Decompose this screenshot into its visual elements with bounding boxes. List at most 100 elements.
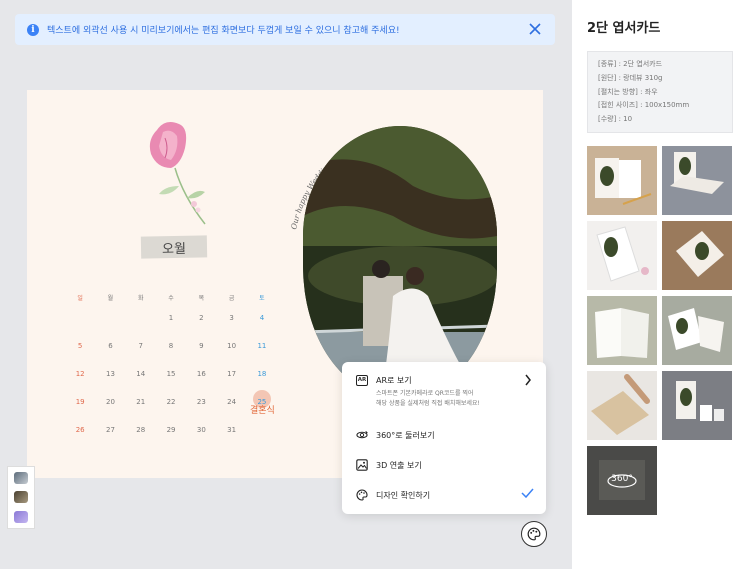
gallery-thumbnail-360[interactable]: 360°: [587, 446, 657, 515]
ar-view-option[interactable]: AR AR로 보기: [356, 374, 534, 386]
check-icon: [521, 488, 534, 498]
gallery-thumbnail[interactable]: [662, 296, 732, 365]
calendar-day: 12: [65, 370, 95, 378]
calendar-week: 1 2 3 4: [65, 304, 277, 332]
spec-line: [접힌 사이즈] : 100x150mm: [598, 101, 690, 110]
calendar-day-number: 18: [257, 370, 267, 378]
calendar-day-number: 15: [166, 370, 176, 378]
rotate-360-icon: [356, 430, 368, 439]
weekday-label: 금: [228, 294, 235, 302]
palette-icon: [356, 489, 368, 501]
chevron-right-icon[interactable]: [524, 374, 532, 386]
view-thumbnail[interactable]: [14, 491, 28, 503]
design-palette-button[interactable]: [521, 521, 547, 547]
calendar-day-number: 28: [136, 426, 146, 434]
calendar-day-number: 14: [136, 370, 146, 378]
calendar-day: 31: [216, 426, 246, 434]
calendar-day-number: 12: [75, 370, 85, 378]
view-360-label: 360°로 둘러보기: [376, 430, 435, 440]
month-label: 오월: [140, 235, 208, 259]
gallery-thumbnail[interactable]: [587, 371, 657, 440]
calendar-day: 28: [126, 426, 156, 434]
calendar-day-number: 9: [199, 342, 204, 350]
view-options-menu: AR AR로 보기 스마트폰 기본카메라로 QR코드를 찍어 해당 상품을 실제…: [342, 362, 546, 514]
view-3d-label: 3D 연출 보기: [376, 460, 422, 470]
calendar-day-number: 21: [136, 398, 146, 406]
calendar-day: 22: [156, 398, 186, 406]
wedding-photo: [303, 126, 497, 396]
calendar-day-number: 22: [166, 398, 176, 406]
calendar-day: 5: [65, 342, 95, 350]
calendar-day: 10: [216, 342, 246, 350]
calendar-day: 14: [126, 370, 156, 378]
calendar-day-number: 11: [257, 342, 267, 350]
spec-line: [종류] : 2단 엽서카드: [598, 60, 663, 68]
calendar: 일월화수목금토 1 2 3 4 5 6 7 8 9 10 11 12 13 14 15 16 17 18 19 20 2…: [65, 290, 277, 444]
calendar-day: 11: [247, 342, 277, 350]
spec-line: [원단] : 랑데뷰 310g: [598, 73, 663, 82]
gallery-thumbnail[interactable]: [662, 371, 732, 440]
badge-360: 360°: [611, 474, 633, 484]
calendar-day: 19: [65, 398, 95, 406]
view-thumbnail[interactable]: [14, 511, 28, 523]
calendar-day: 8: [156, 342, 186, 350]
calendar-day-number: 8: [168, 342, 174, 350]
view-3d-option[interactable]: 3D 연출 보기: [356, 459, 534, 471]
calendar-day-number: 1: [168, 314, 174, 322]
view-thumbnail[interactable]: [14, 472, 28, 484]
calendar-day: 27: [95, 426, 125, 434]
calendar-day-number: 3: [229, 314, 234, 322]
calendar-day: 21: [126, 398, 156, 406]
notice-message: 텍스트에 외곽선 사용 시 미리보기에서는 편집 화면보다 두껍게 보일 수 있…: [47, 26, 400, 36]
calendar-day-number: 17: [227, 370, 237, 378]
calendar-day-number: 16: [196, 370, 206, 378]
calendar-day: 16: [186, 370, 216, 378]
calendar-day: 1: [156, 314, 186, 322]
weekday-label: 수: [168, 294, 174, 302]
calendar-day: 18: [247, 370, 277, 378]
calendar-day-number: 31: [227, 426, 237, 434]
calendar-day: 7: [126, 342, 156, 350]
weekday-label: 토: [259, 294, 265, 302]
calendar-day: 23: [186, 398, 216, 406]
info-icon: i: [27, 23, 39, 36]
design-check-option[interactable]: 디자인 확인하기: [356, 489, 534, 501]
gallery-thumbnail[interactable]: [587, 221, 657, 290]
close-icon[interactable]: [527, 21, 543, 37]
calendar-week: 12 13 14 15 16 17 18: [65, 360, 277, 388]
calendar-week: 26 27 28 29 30 31: [65, 416, 277, 444]
spec-line: [펼치는 방향] : 좌우: [598, 87, 658, 96]
weekday-label: 월: [107, 294, 114, 302]
calendar-day-number: 30: [196, 426, 206, 434]
calendar-day-number: 7: [138, 342, 143, 350]
calendar-day-number: 6: [108, 342, 113, 350]
calendar-day-number: 5: [77, 342, 83, 350]
gallery-thumbnail[interactable]: [662, 221, 732, 290]
weekday-label: 일: [77, 294, 83, 302]
calendar-day-number: 23: [196, 398, 206, 406]
calendar-day: 4: [247, 314, 277, 322]
calendar-day: 15: [156, 370, 186, 378]
calendar-day: 9: [186, 342, 216, 350]
ar-description-line: 해당 상품을 실제처럼 직접 배치해보세요!: [376, 400, 480, 407]
calendar-day-number: 25: [257, 398, 267, 406]
gallery-thumbnail[interactable]: [587, 146, 657, 215]
gallery-thumbnail[interactable]: [662, 146, 732, 215]
calendar-day: 6: [95, 342, 125, 350]
calendar-day: 24: [216, 398, 246, 406]
calendar-day: 26: [65, 426, 95, 434]
ar-description-line: 스마트폰 기본카메라로 QR코드를 찍어: [376, 390, 474, 397]
calendar-day-number: 27: [105, 426, 115, 434]
calendar-day: 2: [186, 314, 216, 322]
product-specs: [종류] : 2단 엽서카드 [원단] : 랑데뷰 310g [펼치는 방향] …: [587, 51, 733, 133]
calendar-day: 17: [216, 370, 246, 378]
gallery-thumbnail[interactable]: [587, 296, 657, 365]
view-thumbnail-strip: [7, 466, 35, 529]
image-icon: [356, 459, 368, 471]
calendar-day-number: 4: [259, 314, 265, 322]
view-360-option[interactable]: 360°로 둘러보기: [356, 429, 534, 441]
calendar-day-number: 24: [227, 398, 237, 406]
calendar-day: 20: [95, 398, 125, 406]
calendar-day-number: 2: [199, 314, 204, 322]
calendar-day-number: 20: [105, 398, 115, 406]
